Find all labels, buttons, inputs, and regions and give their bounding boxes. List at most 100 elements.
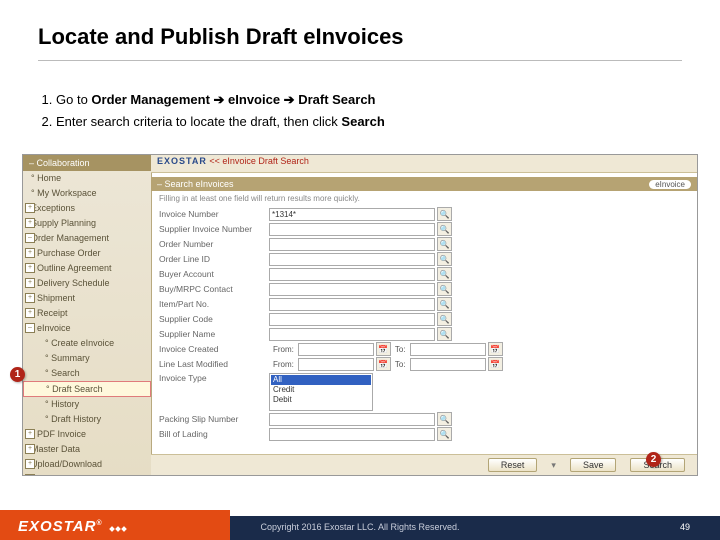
- label-from: From:: [273, 345, 294, 354]
- input-invoice-number[interactable]: *1314*: [269, 208, 435, 221]
- option-all[interactable]: All: [271, 375, 371, 385]
- sidebar-item-upload[interactable]: +Upload/Download: [23, 457, 151, 472]
- label-created: Invoice Created: [159, 344, 269, 354]
- label-supplier-name: Supplier Name: [159, 329, 269, 339]
- hint-text: Filling in at least one field will retur…: [151, 191, 697, 206]
- sidebar-item-master[interactable]: +Master Data: [23, 442, 151, 457]
- input-item[interactable]: [269, 298, 435, 311]
- select-invoice-type[interactable]: All Credit Debit: [269, 373, 373, 411]
- label-lading: Bill of Lading: [159, 429, 269, 439]
- lookup-icon[interactable]: 🔍: [437, 427, 452, 441]
- panel-header: – Search eInvoices eInvoice: [151, 177, 697, 191]
- sidebar: – Collaboration ° Home ° My Workspace +E…: [23, 155, 152, 475]
- text: Go to: [56, 92, 91, 107]
- calendar-icon[interactable]: 📅: [376, 342, 391, 356]
- lookup-icon[interactable]: 🔍: [437, 412, 452, 426]
- arrow-icon: ➔: [210, 92, 228, 107]
- instruction-list: Go to Order Management ➔ eInvoice ➔ Draf…: [0, 74, 720, 141]
- lookup-icon[interactable]: 🔍: [437, 252, 452, 266]
- input-mod-to[interactable]: [410, 358, 486, 371]
- option-credit[interactable]: Credit: [271, 385, 371, 395]
- label-to: To:: [395, 360, 406, 369]
- input-supplier-invno[interactable]: [269, 223, 435, 236]
- input-created-from[interactable]: [298, 343, 374, 356]
- sidebar-item-order-mgmt[interactable]: –Order Management: [23, 231, 151, 246]
- page-number: 49: [680, 522, 690, 532]
- label-buyer: Buyer Account: [159, 269, 269, 279]
- label-item: Item/Part No.: [159, 299, 269, 309]
- arrow-icon: ➔: [280, 92, 298, 107]
- sidebar-header: – Collaboration: [23, 155, 151, 171]
- input-buyer[interactable]: [269, 268, 435, 281]
- label-modified: Line Last Modified: [159, 359, 269, 369]
- input-supplier-code[interactable]: [269, 313, 435, 326]
- sidebar-item-create[interactable]: ° Create eInvoice: [23, 336, 151, 351]
- text-bold: Search: [341, 114, 384, 129]
- sidebar-item-po[interactable]: +Purchase Order: [23, 246, 151, 261]
- step-2: Enter search criteria to locate the draf…: [56, 114, 720, 129]
- input-packing-slip[interactable]: [269, 413, 435, 426]
- sidebar-item-history[interactable]: ° History: [23, 397, 151, 412]
- breadcrumb: EXOSTAR << eInvoice Draft Search: [151, 155, 697, 173]
- sidebar-item-shipment[interactable]: +Shipment: [23, 291, 151, 306]
- sidebar-item-exceptions[interactable]: +Exceptions: [23, 201, 151, 216]
- lookup-icon[interactable]: 🔍: [437, 222, 452, 236]
- lookup-icon[interactable]: 🔍: [437, 267, 452, 281]
- sidebar-item-search[interactable]: ° Search: [23, 366, 151, 381]
- input-order-number[interactable]: [269, 238, 435, 251]
- calendar-icon[interactable]: 📅: [488, 342, 503, 356]
- sidebar-item-delivery[interactable]: +Delivery Schedule: [23, 276, 151, 291]
- sidebar-item-supply[interactable]: +Supply Planning: [23, 216, 151, 231]
- sidebar-item-einvoice[interactable]: –eInvoice: [23, 321, 151, 336]
- footer-brand-logo: EXOSTAR®: [18, 518, 127, 535]
- text-bold: Draft Search: [298, 92, 375, 107]
- option-debit[interactable]: Debit: [271, 395, 371, 405]
- sidebar-item-home[interactable]: ° Home: [23, 171, 151, 186]
- input-supplier-name[interactable]: [269, 328, 435, 341]
- lookup-icon[interactable]: 🔍: [437, 237, 452, 251]
- label-mrpc: Buy/MRPC Contact: [159, 284, 269, 294]
- lookup-icon[interactable]: 🔍: [437, 282, 452, 296]
- calendar-icon[interactable]: 📅: [488, 357, 503, 371]
- breadcrumb-path: << eInvoice Draft Search: [207, 156, 309, 166]
- text-bold: Order Management: [91, 92, 209, 107]
- input-lading[interactable]: [269, 428, 435, 441]
- lookup-icon[interactable]: 🔍: [437, 207, 452, 221]
- label-to: To:: [395, 345, 406, 354]
- label-from: From:: [273, 360, 294, 369]
- reset-button[interactable]: Reset: [488, 458, 538, 472]
- label-line-id: Order Line ID: [159, 254, 269, 264]
- label-invoice-type: Invoice Type: [159, 373, 269, 383]
- calendar-icon[interactable]: 📅: [376, 357, 391, 371]
- lookup-icon[interactable]: 🔍: [437, 327, 452, 341]
- button-bar: Reset ▾ Save Search: [151, 454, 697, 475]
- input-created-to[interactable]: [410, 343, 486, 356]
- panel-title: – Search eInvoices: [157, 179, 234, 189]
- lookup-icon[interactable]: 🔍: [437, 312, 452, 326]
- main-panel: EXOSTAR << eInvoice Draft Search – Searc…: [151, 155, 697, 475]
- panel-badge: eInvoice: [649, 180, 691, 189]
- save-button[interactable]: Save: [570, 458, 617, 472]
- text-bold: eInvoice: [228, 92, 280, 107]
- input-mrpc[interactable]: [269, 283, 435, 296]
- page-title: Locate and Publish Draft eInvoices: [0, 0, 720, 60]
- sidebar-item-draft-search[interactable]: ° Draft Search: [23, 381, 151, 397]
- input-mod-from[interactable]: [298, 358, 374, 371]
- callout-2: 2: [646, 452, 661, 467]
- sidebar-item-profile[interactable]: +My Profile: [23, 472, 151, 476]
- label-supplier-code: Supplier Code: [159, 314, 269, 324]
- sidebar-item-pdf[interactable]: +PDF Invoice: [23, 427, 151, 442]
- sidebar-item-workspace[interactable]: ° My Workspace: [23, 186, 151, 201]
- search-form: Invoice Number*1314*🔍 Supplier Invoice N…: [151, 207, 697, 441]
- sidebar-item-summary[interactable]: ° Summary: [23, 351, 151, 366]
- step-1: Go to Order Management ➔ eInvoice ➔ Draf…: [56, 92, 720, 108]
- label-order-number: Order Number: [159, 239, 269, 249]
- callout-1: 1: [10, 367, 25, 382]
- sidebar-item-receipt[interactable]: +Receipt: [23, 306, 151, 321]
- input-line-id[interactable]: [269, 253, 435, 266]
- footer: Copyright 2016 Exostar LLC. All Rights R…: [0, 510, 720, 540]
- sidebar-item-draft-history[interactable]: ° Draft History: [23, 412, 151, 427]
- divider: [38, 60, 682, 61]
- sidebar-item-outline[interactable]: +Outline Agreement: [23, 261, 151, 276]
- lookup-icon[interactable]: 🔍: [437, 297, 452, 311]
